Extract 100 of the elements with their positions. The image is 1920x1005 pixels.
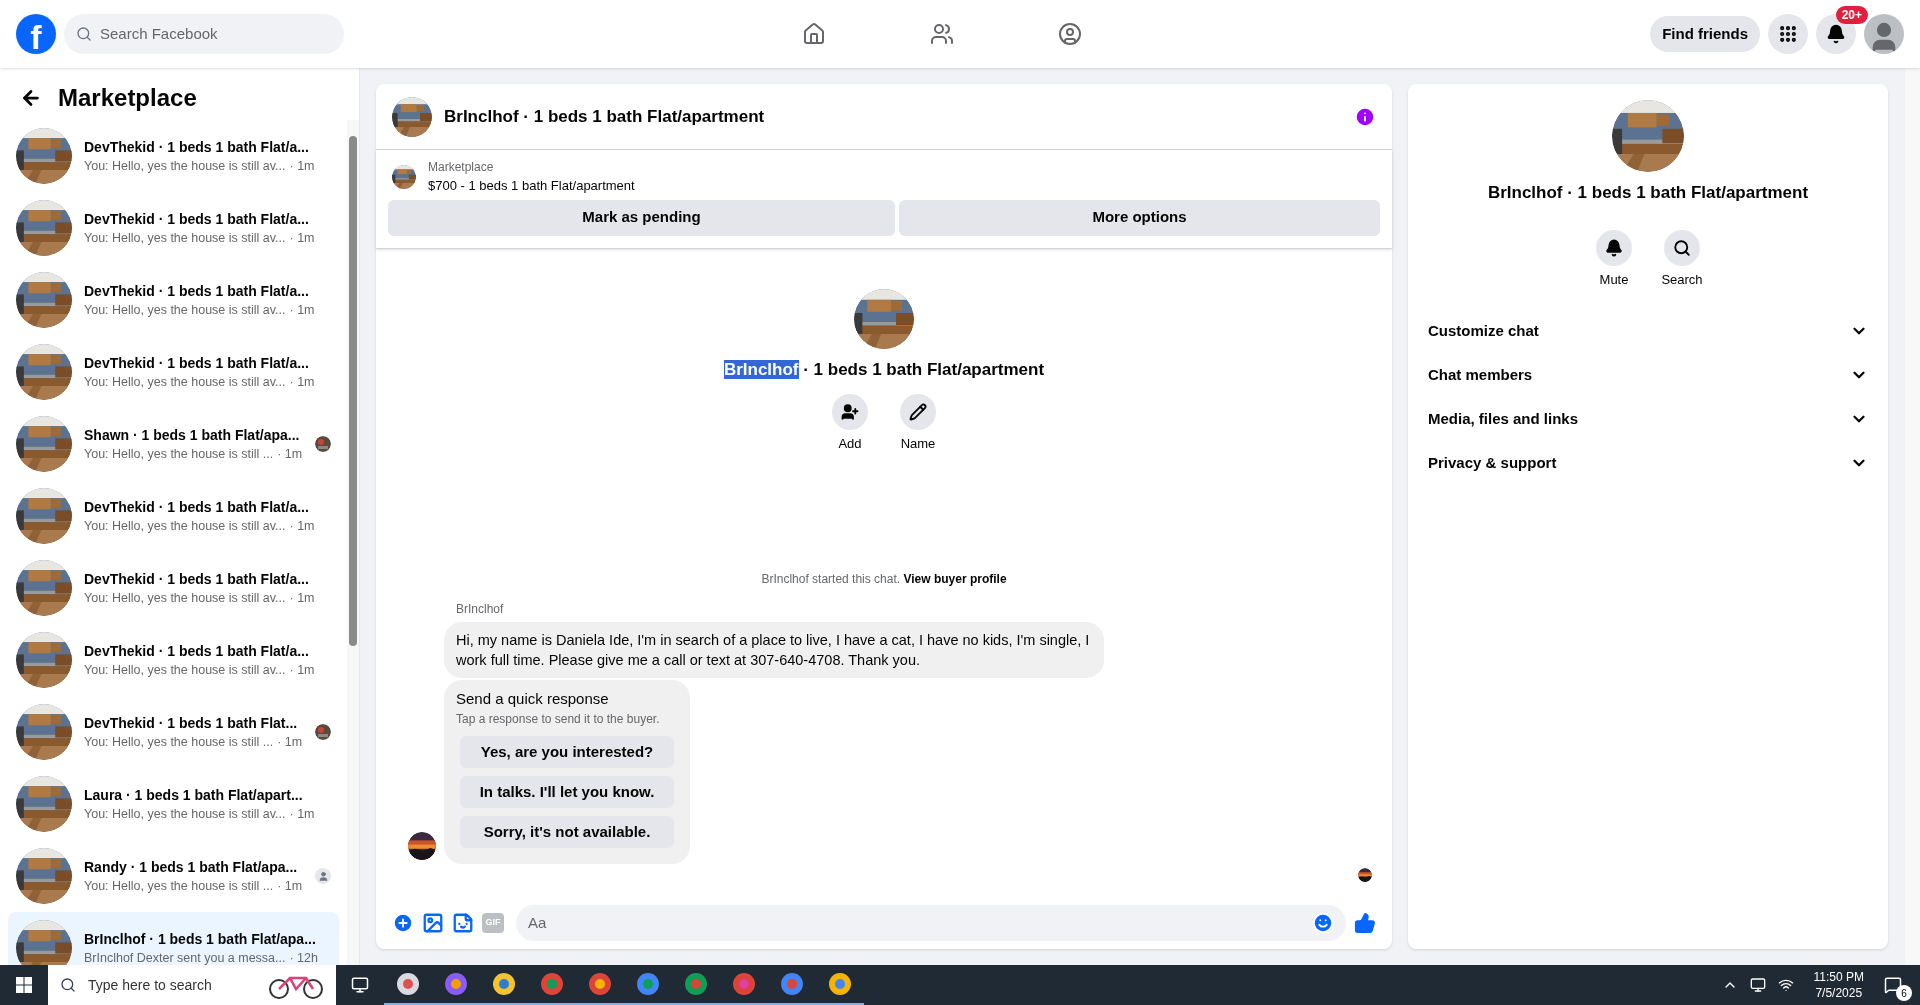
action-button[interactable]: Add — [820, 394, 880, 454]
pencil-icon — [909, 403, 927, 421]
sender-name: BrInclhof — [455, 600, 505, 618]
sticker-icon[interactable] — [452, 912, 474, 934]
action-label: Add — [838, 435, 862, 453]
message-preview: You: Hello, yes the house is still av... — [84, 373, 286, 391]
details-section[interactable]: Customize chat — [1424, 309, 1872, 353]
message-bubble: Hi, my name is Daniela Ide, I'm in search of a place to live, I have a cat, I have no kids, I'm single, I work full time. Please give me a call or text at 307-640-4708. Thank you. — [444, 621, 1104, 678]
network-icon[interactable] — [1777, 977, 1794, 993]
details-section[interactable]: Privacy & support — [1424, 441, 1872, 485]
message-time: · 1m — [289, 373, 315, 391]
conversation-title: DevThekid · 1 beds 1 bath Flat/a... — [84, 353, 309, 373]
conversation-item[interactable]: Shawn · 1 beds 1 bath Flat/apa... You: Hello, yes the house is still ... · 1m — [8, 408, 339, 480]
friends-icon[interactable] — [930, 22, 955, 46]
message-time: · 1m — [289, 301, 315, 319]
message-time: · 1m — [289, 157, 315, 175]
emoji-icon[interactable] — [1312, 912, 1334, 934]
message-time: · 1m — [289, 661, 315, 679]
message-input[interactable]: Aa — [516, 905, 1346, 941]
find-friends-button[interactable]: Find friends — [1650, 16, 1760, 52]
page-scrollbar[interactable] — [1905, 68, 1920, 965]
message-preview: You: Hello, yes the house is still ... — [84, 733, 274, 751]
conversation-title: DevThekid · 1 beds 1 bath Flat/a... — [84, 209, 309, 229]
menu-button[interactable] — [1768, 14, 1808, 54]
search-icon — [76, 26, 92, 42]
clock-date: 7/5/2025 — [1815, 985, 1863, 1001]
conversation-title: DevThekid · 1 beds 1 bath Flat/a... — [84, 497, 309, 517]
action-button[interactable]: Name — [888, 394, 948, 454]
search-icon — [60, 977, 76, 993]
conversation-title: Shawn · 1 beds 1 bath Flat/apa... — [84, 425, 300, 445]
quick-response-button[interactable]: In talks. I'll let you know. — [460, 776, 674, 808]
info-icon[interactable] — [1354, 105, 1376, 128]
grid-icon — [1778, 24, 1798, 44]
add-icon[interactable] — [392, 912, 414, 934]
conversation-item[interactable]: DevThekid · 1 beds 1 bath Flat/a... You: Hello, yes the house is still av... · 1m — [8, 480, 339, 552]
windows-icon — [16, 977, 32, 993]
message-preview: BrInclhof Dexter sent you a messa... — [84, 949, 286, 965]
view-buyer-profile-link[interactable]: View buyer profile — [903, 571, 1007, 586]
quick-response-button[interactable]: Yes, are you interested? — [460, 736, 674, 768]
bell-icon — [1826, 24, 1846, 44]
conversation-title: DevThekid · 1 beds 1 bath Flat... — [84, 713, 298, 733]
action-button[interactable]: Mute — [1584, 229, 1644, 289]
conversation-title: DevThekid · 1 beds 1 bath Flat/a... — [84, 641, 309, 661]
message-preview: You: Hello, yes the house is still av... — [84, 157, 286, 175]
account-avatar[interactable] — [1864, 14, 1904, 54]
conversation-item[interactable]: BrInclhof · 1 beds 1 bath Flat/apa... BrInclhof Dexter sent you a messa... · 12h — [8, 912, 339, 965]
like-icon[interactable] — [1354, 912, 1376, 934]
monitor-icon[interactable] — [1749, 977, 1766, 993]
add-person-icon — [841, 403, 859, 421]
conversation-item[interactable]: Laura · 1 beds 1 bath Flat/apart... You: Hello, yes the house is still av... · 1m — [8, 768, 339, 840]
home-icon[interactable] — [802, 22, 827, 46]
message-preview: You: Hello, yes the house is still av... — [84, 301, 286, 319]
section-label: Privacy & support — [1428, 452, 1557, 473]
conversation-item[interactable]: DevThekid · 1 beds 1 bath Flat/a... You: Hello, yes the house is still av... · 1m — [8, 336, 339, 408]
message-preview: You: Hello, yes the house is still av... — [84, 661, 286, 679]
conversation-heading: BrInclhof · 1 beds 1 bath Flat/apartment — [723, 358, 1045, 381]
profile-icon[interactable] — [1058, 22, 1083, 46]
conversation-title: Randy · 1 beds 1 bath Flat/apa... — [84, 857, 298, 877]
notification-count: 6 — [1896, 985, 1912, 1001]
conversation-item[interactable]: DevThekid · 1 beds 1 bath Flat/a... You: Hello, yes the house is still av... · 1m — [8, 624, 339, 696]
chat-title: BrInclhof · 1 beds 1 bath Flat/apartment — [444, 105, 766, 128]
listing-button[interactable]: More options — [899, 199, 1380, 236]
message-preview: You: Hello, yes the house is still ... — [84, 445, 274, 463]
sidebar-title: Marketplace — [58, 83, 197, 113]
conversation-item[interactable]: DevThekid · 1 beds 1 bath Flat... You: Hello, yes the house is still ... · 1m — [8, 696, 339, 768]
section-label: Media, files and links — [1428, 408, 1579, 429]
notification-badge: 20+ — [1835, 6, 1868, 24]
action-label: Name — [900, 435, 936, 453]
listing-button[interactable]: Mark as pending — [388, 199, 895, 236]
message-preview: You: Hello, yes the house is still av... — [84, 805, 286, 823]
search-icon — [1673, 238, 1691, 257]
details-section[interactable]: Chat members — [1424, 353, 1872, 397]
message-preview: You: Hello, yes the house is still av... — [84, 589, 286, 607]
conversation-title: Laura · 1 beds 1 bath Flat/apart... — [84, 785, 303, 805]
conversation-item[interactable]: Randy · 1 beds 1 bath Flat/apa... You: Hello, yes the house is still ... · 1m — [8, 840, 339, 912]
conversation-title: DevThekid · 1 beds 1 bath Flat/a... — [84, 137, 309, 157]
image-icon[interactable] — [422, 912, 444, 934]
search-field[interactable]: Search Facebook — [64, 14, 344, 54]
details-title: BrInclhof · 1 beds 1 bath Flat/apartment — [1487, 182, 1809, 204]
facebook-logo[interactable]: f — [16, 14, 56, 54]
conversation-item[interactable]: DevThekid · 1 beds 1 bath Flat/a... You: Hello, yes the house is still av... · 1m — [8, 264, 339, 336]
notifications-button[interactable]: 6 — [1884, 969, 1912, 1001]
quick-response-button[interactable]: Sorry, it's not available. — [460, 816, 674, 848]
clock-time: 11:50 PM — [1813, 969, 1864, 985]
details-section[interactable]: Media, files and links — [1424, 397, 1872, 441]
conversation-item[interactable]: DevThekid · 1 beds 1 bath Flat/a... You: Hello, yes the house is still av... · 1m — [8, 192, 339, 264]
listing-summary[interactable]: $700 - 1 beds 1 bath Flat/apartment — [428, 176, 635, 196]
message-preview: You: Hello, yes the house is still ... — [84, 877, 274, 895]
quick-response-subtitle: Tap a response to send it to the buyer. — [456, 711, 661, 728]
message-time: · 12h — [289, 949, 318, 965]
message-preview: You: Hello, yes the house is still av... — [84, 229, 286, 247]
action-button[interactable]: Search — [1652, 229, 1712, 289]
section-label: Chat members — [1428, 364, 1533, 385]
conversation-item[interactable]: DevThekid · 1 beds 1 bath Flat/a... You: Hello, yes the house is still av... · 1m — [8, 120, 339, 192]
message-time: · 1m — [277, 445, 303, 463]
message-time: · 1m — [289, 229, 315, 247]
conversation-item[interactable]: DevThekid · 1 beds 1 bath Flat/a... You: Hello, yes the house is still av... · 1m — [8, 552, 339, 624]
scrollbar[interactable] — [347, 120, 359, 965]
taskbar-search-field[interactable]: Type here to search — [48, 965, 336, 1005]
back-icon[interactable] — [20, 87, 42, 109]
